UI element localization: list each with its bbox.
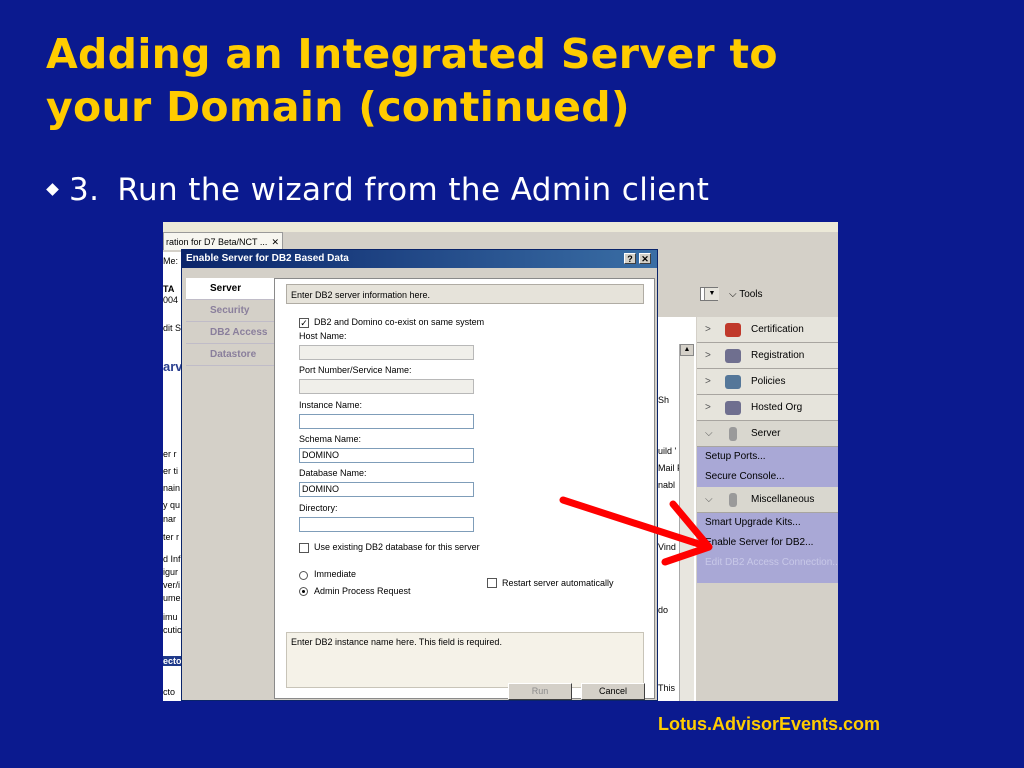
bullet-text: Run the wizard from the Admin client — [117, 172, 710, 208]
slide-title-line2: your Domain (continued) — [46, 83, 630, 131]
bullet-diamond-icon — [46, 183, 59, 196]
red-arrow-icon — [559, 496, 713, 566]
footer-url: Lotus.AdvisorEvents.com — [658, 714, 881, 734]
bullet-number: 3. — [69, 172, 100, 208]
slide-title: Adding an Integrated Server to your Doma… — [46, 28, 996, 134]
bullet-item: 3. Run the wizard from the Admin client — [44, 170, 709, 210]
slide-title-line1: Adding an Integrated Server to — [46, 30, 778, 78]
admin-client-screenshot: ration for D7 Beta/NCT ... ✕ Me: TA 004 … — [163, 222, 838, 701]
